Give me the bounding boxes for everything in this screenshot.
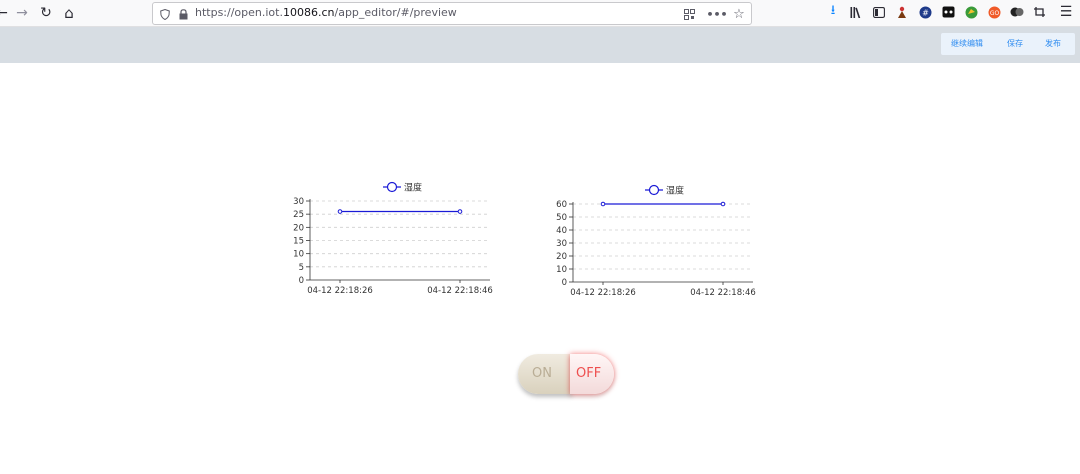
y-tick-label: 20 bbox=[556, 252, 567, 262]
lock-icon[interactable] bbox=[175, 6, 191, 22]
svg-text:#: # bbox=[922, 8, 929, 17]
browser-toolbar: ← → ↻ ⌂ https://open.iot.10086.cn/app_ed… bbox=[0, 0, 1080, 27]
app-header: 继续编辑 保存 发布 bbox=[0, 27, 1080, 63]
data-point bbox=[720, 201, 726, 207]
chart-legend[interactable]: 湿度 bbox=[383, 182, 422, 194]
data-point bbox=[600, 201, 606, 207]
switch-on-label: ON bbox=[532, 366, 552, 381]
extension-icon[interactable] bbox=[1032, 4, 1048, 20]
library-icon[interactable] bbox=[848, 4, 864, 20]
x-tick-label: 04-12 22:18:26 bbox=[307, 286, 373, 296]
extension-icon[interactable] bbox=[940, 4, 956, 20]
humidity-chart-2: 湿度 0 10 20 30 40 50 60 04-12 22:18:26 04-12 22:… bbox=[550, 179, 762, 303]
grid-lines bbox=[573, 203, 753, 270]
switch-off-label: OFF bbox=[576, 366, 602, 381]
qr-code-icon[interactable] bbox=[681, 6, 697, 22]
y-tick-label: 10 bbox=[293, 250, 304, 260]
back-icon[interactable]: ← bbox=[0, 3, 12, 23]
publish-button[interactable]: 发布 bbox=[1045, 38, 1061, 49]
sidebar-icon[interactable] bbox=[871, 4, 887, 20]
legend-marker bbox=[386, 181, 398, 193]
legend-label: 湿度 bbox=[404, 182, 422, 194]
humidity-chart-1: 湿度 0 5 10 15 20 25 30 04-12 22:18:26 04-12 22:1… bbox=[287, 176, 499, 300]
forward-icon[interactable]: → bbox=[12, 3, 32, 23]
url-text[interactable]: https://open.iot.10086.cn/app_editor/#/p… bbox=[195, 6, 457, 19]
y-tick-label: 15 bbox=[293, 237, 304, 247]
continue-edit-button[interactable]: 继续编辑 bbox=[951, 38, 983, 49]
bookmark-star-icon[interactable]: ☆ bbox=[731, 6, 747, 22]
extension-icon[interactable] bbox=[894, 4, 910, 20]
y-tick-label: 0 bbox=[299, 276, 304, 286]
chart-svg: 湿度 051015202530 04-12 22:18:26 04-12 22:1… bbox=[293, 182, 493, 297]
y-tick-label: 5 bbox=[299, 263, 304, 273]
extension-icon[interactable]: GO bbox=[986, 4, 1002, 20]
y-tick-label: 60 bbox=[556, 200, 567, 210]
grid-lines bbox=[310, 200, 490, 268]
menu-icon[interactable]: ☰ bbox=[1058, 4, 1074, 20]
series-line bbox=[337, 209, 463, 214]
y-tick-label: 25 bbox=[293, 210, 304, 220]
home-icon[interactable]: ⌂ bbox=[59, 3, 79, 23]
action-group: 继续编辑 保存 发布 bbox=[941, 33, 1075, 55]
data-point bbox=[337, 209, 343, 214]
y-tick-label: 30 bbox=[293, 197, 304, 207]
y-tick-label: 0 bbox=[562, 278, 567, 288]
y-axis-ticks: 0 10 20 30 40 50 60 bbox=[556, 200, 573, 288]
series-line bbox=[600, 201, 726, 207]
more-actions-icon[interactable]: ••• bbox=[706, 6, 727, 22]
axes bbox=[572, 202, 753, 283]
save-button[interactable]: 保存 bbox=[1007, 38, 1023, 49]
svg-text:GO: GO bbox=[989, 10, 999, 17]
y-axis-ticks: 0 5 10 15 20 25 30 bbox=[293, 197, 310, 286]
chart-svg: 湿度 0102030405060 04-12 22:18:26 04-12 22:… bbox=[556, 185, 756, 299]
y-tick-label: 40 bbox=[556, 226, 567, 236]
legend-marker bbox=[648, 184, 660, 196]
on-off-switch[interactable]: ON OFF bbox=[518, 354, 614, 394]
extension-icon[interactable]: # bbox=[917, 4, 933, 20]
shield-icon[interactable] bbox=[157, 6, 173, 22]
x-tick-label: 04-12 22:18:46 bbox=[690, 288, 756, 298]
x-axis-ticks: 04-12 22:18:26 04-12 22:18:46 bbox=[570, 282, 756, 298]
legend-label: 湿度 bbox=[666, 185, 684, 197]
address-bar[interactable]: https://open.iot.10086.cn/app_editor/#/p… bbox=[152, 2, 752, 25]
reload-icon[interactable]: ↻ bbox=[36, 3, 56, 23]
x-axis-ticks: 04-12 22:18:26 04-12 22:18:46 bbox=[307, 280, 493, 296]
extension-icon[interactable] bbox=[963, 4, 979, 20]
y-tick-label: 30 bbox=[556, 239, 567, 249]
data-point bbox=[457, 209, 463, 214]
extension-icon[interactable] bbox=[1009, 4, 1025, 20]
x-tick-label: 04-12 22:18:26 bbox=[570, 288, 636, 298]
chart-legend[interactable]: 湿度 bbox=[645, 185, 684, 197]
y-tick-label: 50 bbox=[556, 213, 567, 223]
y-tick-label: 20 bbox=[293, 223, 304, 233]
download-icon[interactable]: ⭳ bbox=[825, 3, 841, 20]
x-tick-label: 04-12 22:18:46 bbox=[427, 286, 493, 296]
y-tick-label: 10 bbox=[556, 265, 567, 275]
